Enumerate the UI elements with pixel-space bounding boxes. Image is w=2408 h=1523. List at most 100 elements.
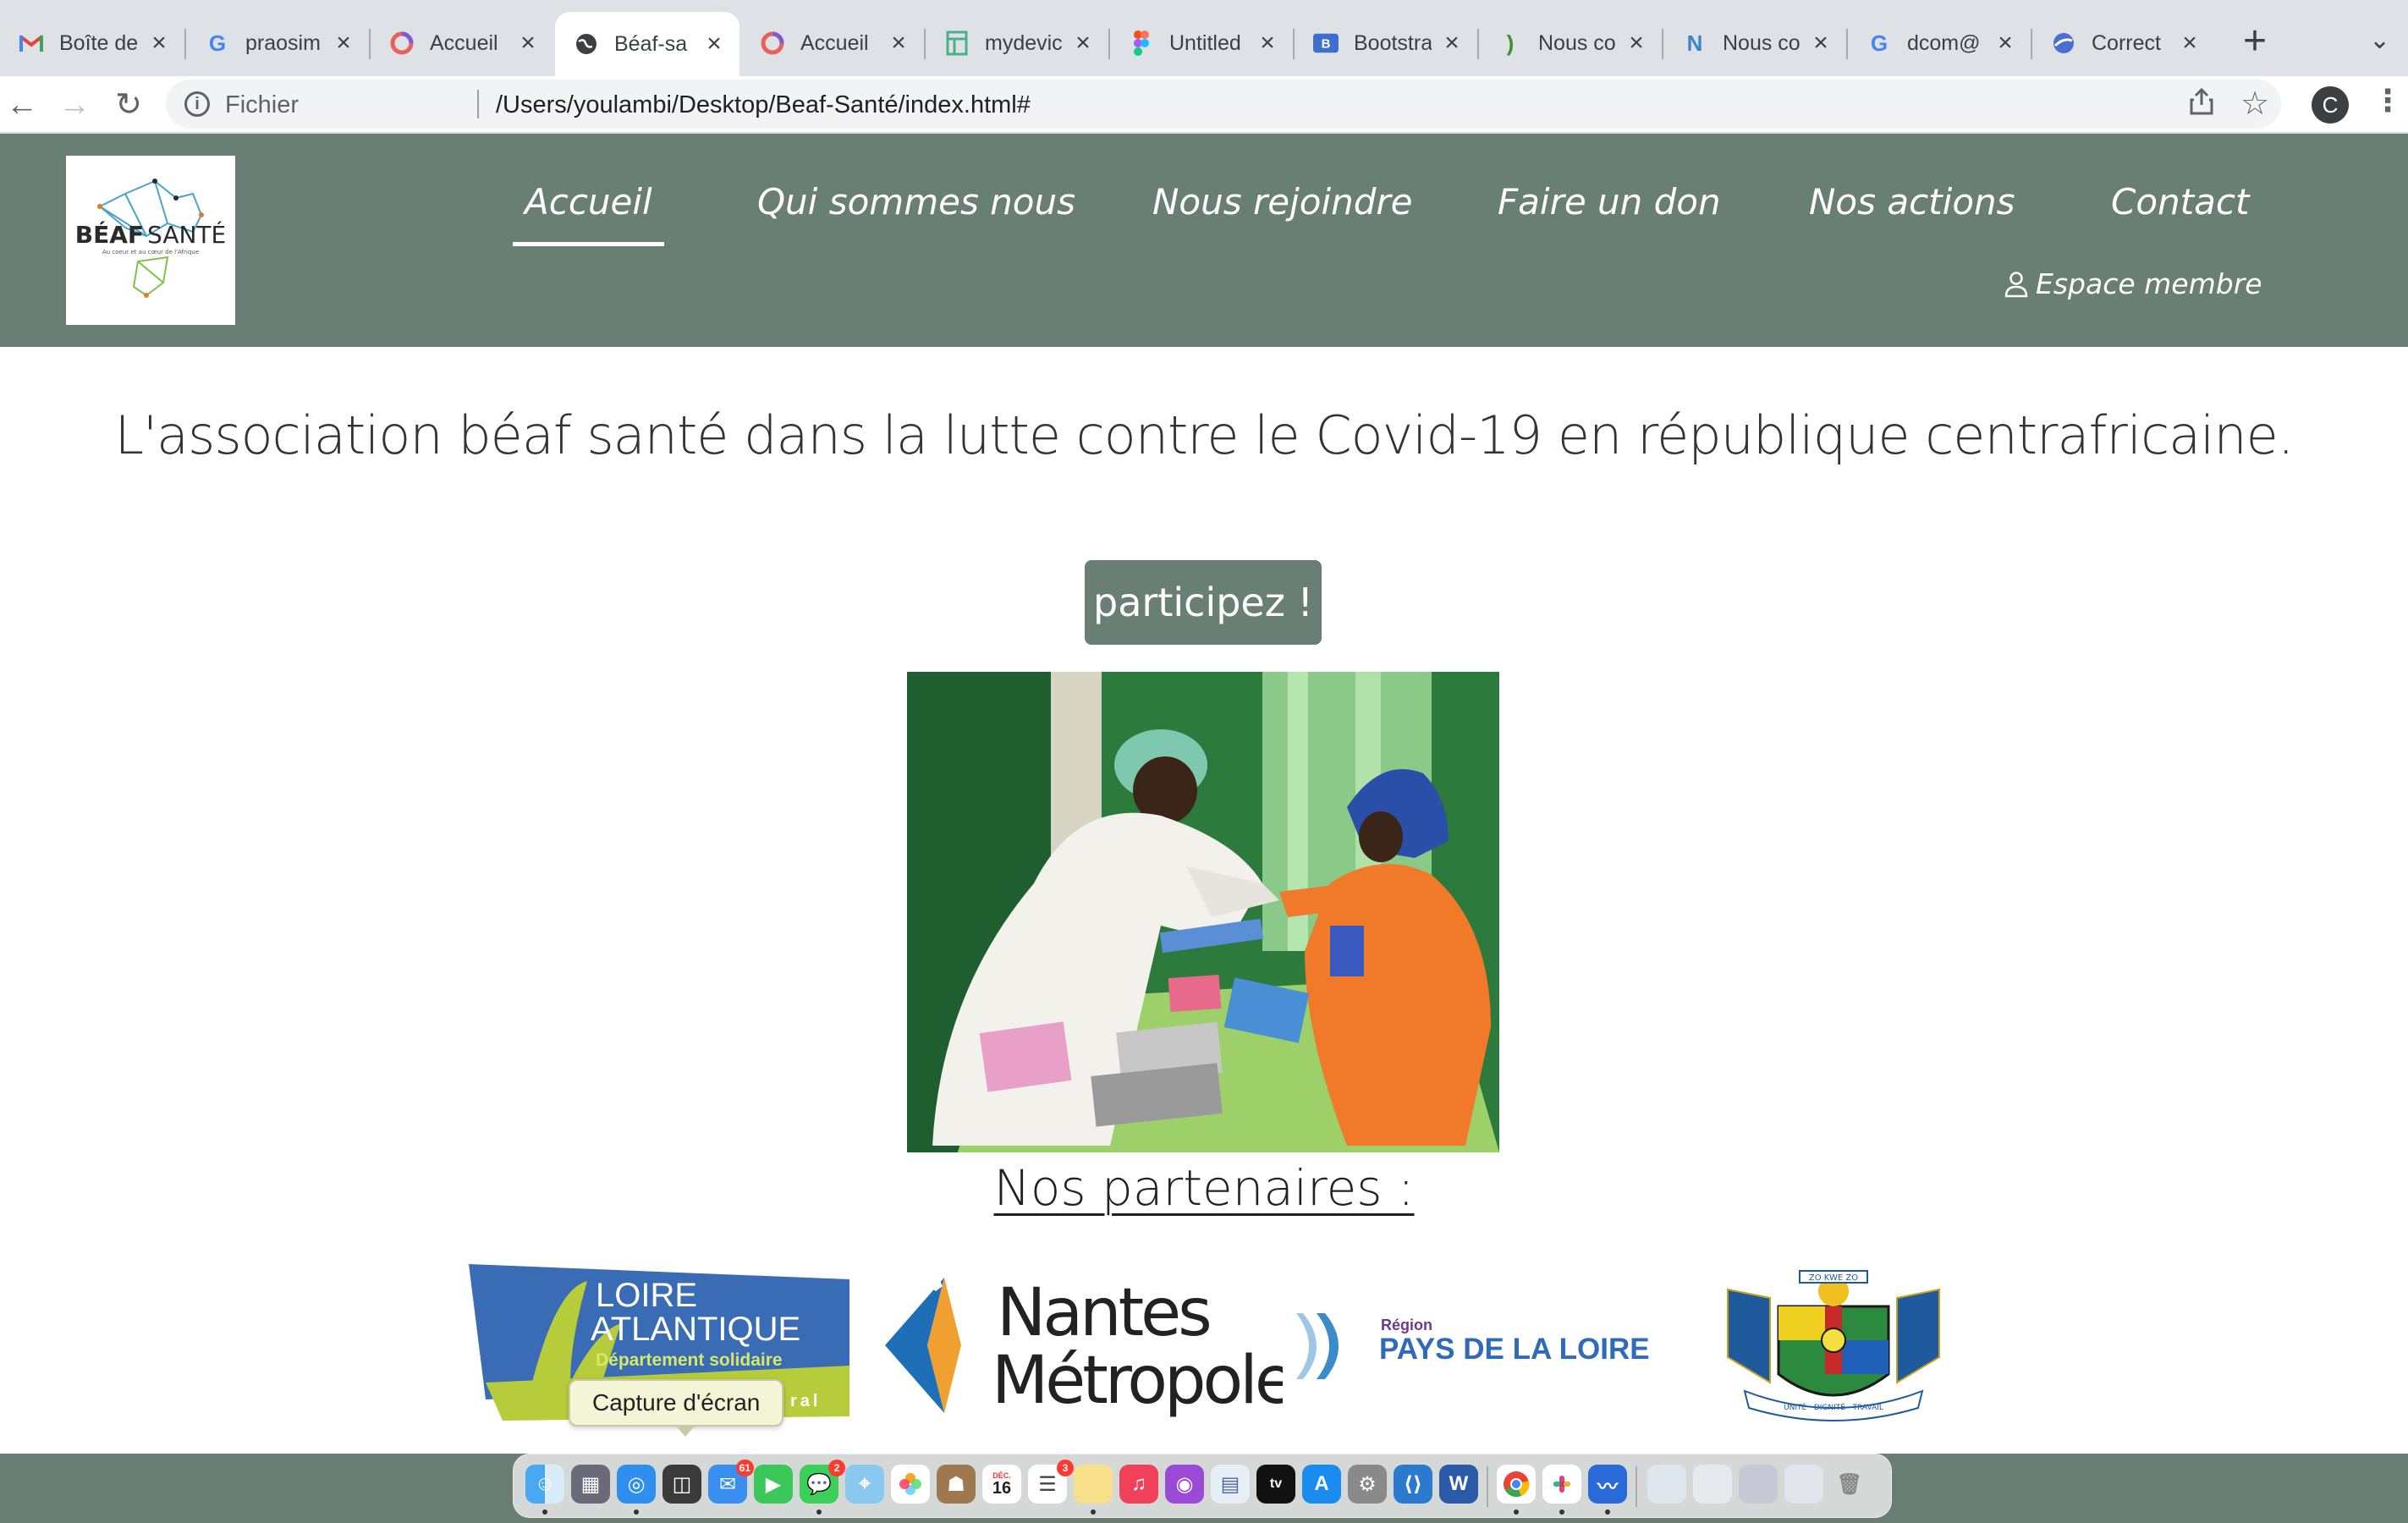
figma-icon [1129,30,1154,56]
nav-faire-un-don[interactable]: Faire un don [1498,181,1721,223]
reload-button[interactable]: ↻ [108,85,149,125]
word-icon[interactable]: W [1439,1465,1478,1504]
dock-separator [1487,1466,1488,1507]
tab-label: Untitled [1169,30,1241,55]
app-store-icon[interactable]: A [1302,1465,1341,1504]
share-icon[interactable] [2190,87,2213,122]
address-bar[interactable]: i Fichier /Users/youlambi/Desktop/Beaf-S… [166,80,2281,129]
slack-icon[interactable] [1542,1465,1581,1504]
cyberduck-icon[interactable]: 〰 [1588,1465,1627,1504]
preview-icon[interactable]: ▤ [1211,1465,1250,1504]
reminders-badge: 3 [1057,1460,1074,1476]
safari-icon[interactable]: ◎ [617,1465,656,1504]
notes-icon[interactable] [1074,1465,1113,1504]
launchpad-icon[interactable]: ▦ [571,1465,610,1504]
tab-label: mydevic [985,30,1063,55]
site-logo[interactable]: BÉAF SANTÉ Au coeur et au cœur de l'Afriq… [66,156,235,325]
forward-button[interactable]: → [54,85,95,125]
nav-accueil[interactable]: Accueil [513,181,664,246]
nantes-line-1: Nantes [997,1275,1209,1351]
globe-icon [574,31,599,57]
google-icon: G [208,30,227,56]
tab-nous-contacter-1[interactable]: ) Nous co × [1479,17,1662,69]
partner-logo-nantes-metropole[interactable]: Nantes Métropole [877,1261,1283,1421]
tab-google-dcom[interactable]: G dcom@ × [1848,17,2031,69]
bootstrap-icon: B [1313,30,1339,56]
tab-mydevice[interactable]: mydevic × [926,17,1108,69]
region-small: Région [1381,1317,1432,1333]
tab-search-button[interactable]: ⌄ [2369,25,2390,55]
tab-google-praosim[interactable]: G praosim × [186,17,369,69]
loire-line-2: ATLANTIQUE [591,1311,800,1348]
close-icon[interactable]: × [330,29,357,58]
contacts-icon[interactable]: ☗ [937,1465,976,1504]
podcasts-icon[interactable]: ◉ [1165,1465,1204,1504]
tab-figma[interactable]: Untitled × [1110,17,1293,69]
calendar-day: 16 [992,1479,1012,1498]
tab-beaf-sante[interactable]: Béaf-sa × [555,12,739,76]
apple-tv-icon[interactable]: tv [1256,1465,1295,1504]
chrome-icon[interactable] [1497,1465,1536,1504]
tab-bootstrap[interactable]: B Bootstra × [1295,17,1477,69]
nantes-line-2: Métropole [992,1343,1283,1419]
music-icon[interactable]: ♫ [1119,1465,1158,1504]
nav-contact[interactable]: Contact [2111,181,2249,223]
nav-nos-actions[interactable]: Nos actions [1809,181,2015,223]
partner-logo-car-coat-of-arms[interactable]: ZO KWE ZO UNITÉ · DIGNITÉ · TRAVAIL [1719,1256,1948,1425]
screenshot-icon[interactable]: ◫ [662,1465,701,1504]
minimized-window-thumbnail[interactable] [1647,1465,1686,1504]
more-menu-icon[interactable]: ⋮ [2372,83,2403,118]
system-preferences-icon[interactable]: ⚙ [1348,1465,1387,1504]
espace-membre-link[interactable]: Espace membre [2004,267,2262,300]
close-icon[interactable]: × [1254,29,1281,58]
reminders-icon[interactable]: ☰ 3 [1028,1460,1074,1504]
tab-label: Correct [2092,30,2161,55]
close-icon[interactable]: × [885,29,912,58]
close-icon[interactable]: × [2176,29,2203,58]
calendar-icon[interactable]: DÉC. 16 [982,1465,1021,1504]
participez-button[interactable]: participez ! [1085,560,1322,645]
back-button[interactable]: ← [2,85,42,125]
url-text[interactable]: /Users/youlambi/Desktop/Beaf-Santé/index… [496,91,1031,119]
profile-avatar[interactable]: C [2312,86,2349,124]
close-icon[interactable]: × [1069,29,1097,58]
tab-correct[interactable]: Correct × [2032,17,2215,69]
tab-accueil-1[interactable]: Accueil × [371,17,553,69]
minimized-window-thumbnail[interactable] [1739,1465,1778,1504]
tab-label: Boîte de [59,30,139,55]
close-icon[interactable]: × [1807,29,1834,58]
close-icon[interactable]: × [1623,29,1650,58]
messages-icon[interactable]: 💬 2 [800,1460,845,1504]
logo-tagline: Au coeur et au cœur de l'Afrique [102,249,199,256]
facetime-icon[interactable]: ▶ [754,1465,793,1504]
close-icon[interactable]: × [514,29,542,58]
info-icon[interactable]: i [184,91,210,117]
bookmark-star-icon[interactable]: ☆ [2240,85,2269,123]
nav-qui-sommes-nous[interactable]: Qui sommes nous [757,181,1075,223]
close-icon[interactable]: × [146,29,173,58]
running-indicator [1091,1509,1096,1515]
photos-icon[interactable] [891,1465,930,1504]
google-icon: G [1870,30,1888,56]
vscode-icon[interactable]: ⟨⟩ [1394,1465,1432,1504]
new-tab-button[interactable]: + [2234,19,2276,66]
logo-text: BÉAF SANTÉ [75,220,226,249]
partner-logo-region-pays-de-la-loire[interactable]: Région PAYS DE LA LOIRE [1291,1308,1714,1384]
trash-icon[interactable]: 🗑 [1830,1465,1869,1504]
close-icon[interactable]: × [1992,29,2019,58]
tab-gmail[interactable]: Boîte de × [0,17,184,69]
minimized-window-thumbnail[interactable] [1784,1465,1823,1504]
minimized-window-thumbnail[interactable] [1693,1465,1732,1504]
nav-nous-rejoindre[interactable]: Nous rejoindre [1152,181,1413,223]
close-icon[interactable]: × [1438,29,1465,58]
tab-accueil-2[interactable]: Accueil × [741,17,924,69]
close-icon[interactable]: × [701,30,728,58]
browser-tab-strip: Boîte de × G praosim × Accueil × Béaf-sa… [0,0,2408,76]
mail-badge: 61 [735,1460,754,1476]
tab-label: Bootstra [1354,30,1432,55]
tab-nous-contacter-2[interactable]: N Nous co × [1663,17,1846,69]
mail-icon[interactable]: ✉ 61 [708,1460,754,1504]
running-indicator [1514,1509,1519,1515]
finder-icon[interactable]: ☺ [525,1465,564,1504]
maps-icon[interactable]: ⌖ [845,1465,884,1504]
